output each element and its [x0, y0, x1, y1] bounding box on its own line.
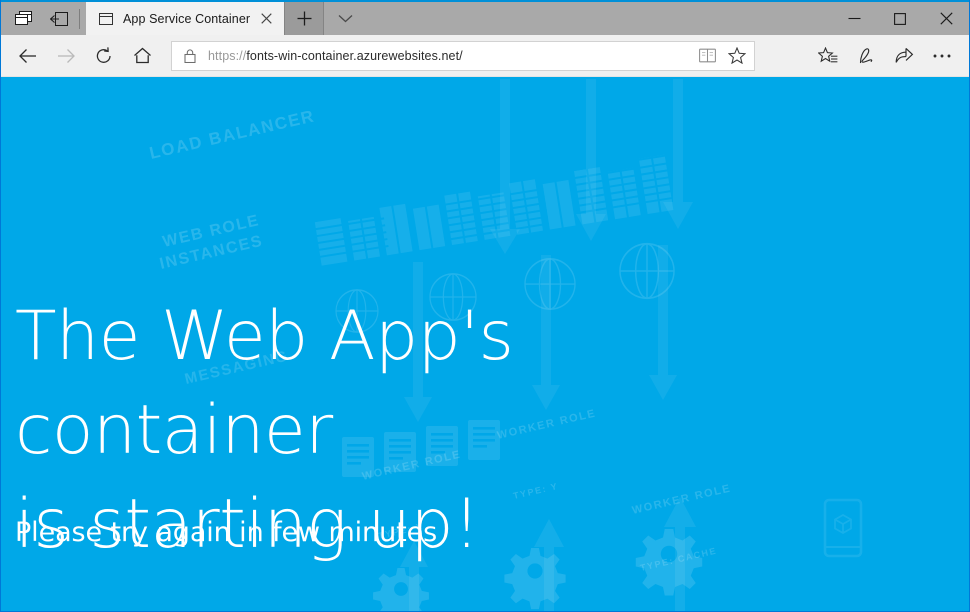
refresh-button[interactable] [85, 39, 123, 73]
share-icon[interactable] [885, 39, 923, 73]
svg-text:LOAD BALANCER: LOAD BALANCER [148, 106, 317, 163]
close-button[interactable] [923, 2, 969, 35]
lock-icon [182, 48, 198, 64]
navigation-toolbar: https://fonts-win-container.azurewebsite… [1, 35, 969, 77]
hub-favorites-icon[interactable] [809, 39, 847, 73]
back-button[interactable] [9, 39, 47, 73]
settings-and-more-icon[interactable] [923, 39, 961, 73]
set-tabs-aside-icon[interactable] [41, 2, 77, 35]
title-bar: App Service Container [1, 0, 969, 35]
edge-browser-window: App Service Container [0, 0, 970, 612]
reading-view-icon[interactable] [692, 42, 722, 70]
add-to-favorites-star-icon[interactable] [722, 42, 752, 70]
new-tab-button[interactable] [284, 2, 324, 35]
tab-app-service-container[interactable]: App Service Container [86, 2, 284, 35]
page-subheadline: Please try again in few minutes [15, 517, 437, 548]
server-rack-band [312, 153, 692, 300]
minimize-button[interactable] [831, 2, 877, 35]
show-tab-previews-icon[interactable] [5, 2, 41, 35]
maximize-button[interactable] [877, 2, 923, 35]
window-controls [831, 2, 969, 35]
page-favicon-icon [98, 11, 114, 27]
title-bar-drag-region [366, 2, 831, 35]
close-tab-icon[interactable] [254, 7, 278, 31]
tab-strip-left-icons [1, 2, 86, 35]
address-bar[interactable]: https://fonts-win-container.azurewebsite… [171, 41, 755, 71]
device-cube-icon [825, 500, 861, 556]
url-host-path: fonts-win-container.azurewebsites.net/ [246, 49, 462, 63]
web-note-pen-icon[interactable] [847, 39, 885, 73]
url-input[interactable]: https://fonts-win-container.azurewebsite… [208, 49, 692, 63]
tab-title: App Service Container [123, 12, 250, 26]
page-viewport: LOAD BALANCER WEB ROLE INSTANCES MESSAGI… [1, 77, 969, 611]
svg-text:INSTANCES: INSTANCES [158, 233, 265, 273]
tab-strip: App Service Container [86, 2, 366, 35]
tab-options-chevron-down-icon[interactable] [324, 2, 366, 35]
tab-strip-divider [79, 9, 80, 29]
forward-button[interactable] [47, 39, 85, 73]
svg-text:WEB ROLE: WEB ROLE [161, 212, 261, 251]
toolbar-right-actions [809, 39, 961, 73]
url-scheme: https:// [208, 49, 246, 63]
home-button[interactable] [123, 39, 161, 73]
